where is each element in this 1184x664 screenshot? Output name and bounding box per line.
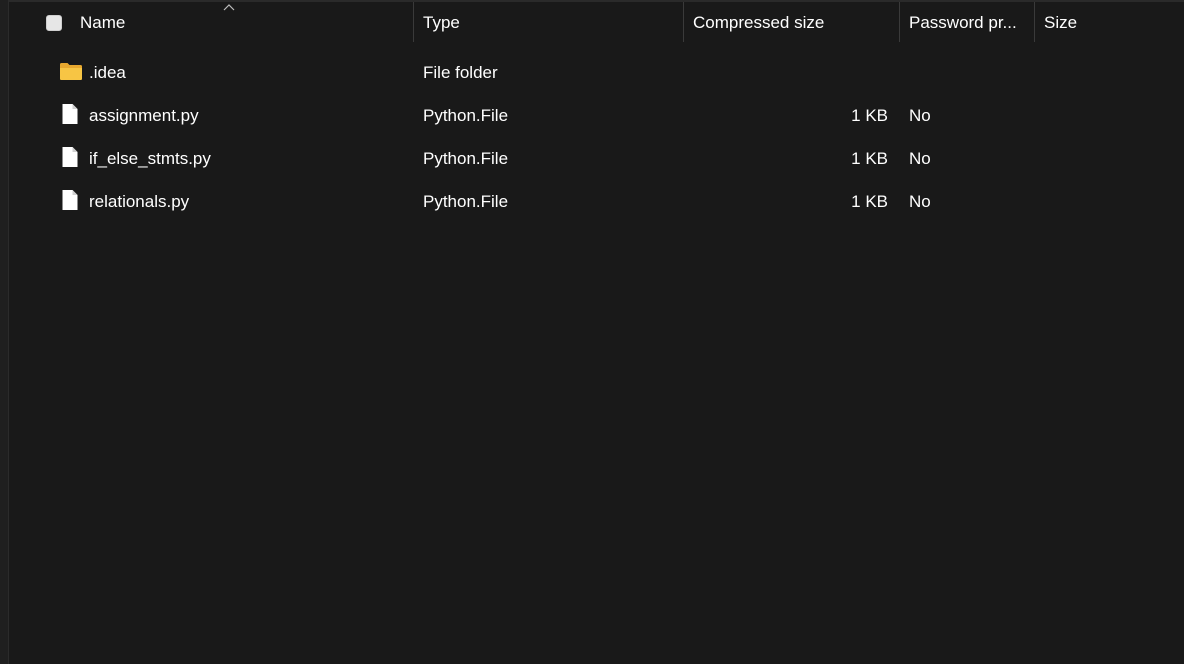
- column-header-bar: Name Type Compressed size Password pr...…: [9, 2, 1184, 44]
- sort-ascending-icon: [223, 4, 235, 11]
- row-password-protected: No: [909, 192, 931, 211]
- row-password-protected: No: [909, 149, 931, 168]
- column-resize-handle-name[interactable]: [413, 2, 414, 42]
- file-icon: [62, 104, 78, 124]
- select-all-checkbox[interactable]: [46, 15, 62, 31]
- list-item[interactable]: .idea File folder: [0, 51, 1184, 94]
- row-name: relationals.py: [89, 192, 190, 211]
- column-header-compressed-size-label: Compressed size: [693, 13, 825, 32]
- row-type: Python.File: [423, 149, 509, 168]
- list-item[interactable]: assignment.py Python.File 1 KB No: [0, 94, 1184, 137]
- folder-icon: [60, 63, 82, 80]
- row-type: File folder: [423, 63, 498, 82]
- row-compressed-size: 1 KB: [851, 106, 888, 125]
- row-compressed-size: 1 KB: [851, 192, 888, 211]
- column-resize-handle-type[interactable]: [683, 2, 684, 42]
- file-icon: [62, 190, 78, 210]
- column-resize-handle-password-protected[interactable]: [1034, 2, 1035, 42]
- row-compressed-size: [700, 51, 888, 94]
- column-header-size[interactable]: Size: [1044, 2, 1174, 44]
- list-item[interactable]: relationals.py Python.File 1 KB No: [0, 180, 1184, 223]
- row-type: Python.File: [423, 106, 509, 125]
- column-header-size-label: Size: [1044, 13, 1078, 32]
- row-password-protected: No: [909, 106, 931, 125]
- column-header-compressed-size[interactable]: Compressed size: [693, 2, 899, 44]
- row-name: assignment.py: [89, 106, 199, 125]
- column-header-password-protected[interactable]: Password pr...: [909, 2, 1033, 44]
- column-header-type[interactable]: Type: [423, 2, 683, 44]
- file-icon: [62, 147, 78, 167]
- row-name: if_else_stmts.py: [89, 149, 211, 168]
- row-name: .idea: [89, 63, 126, 82]
- column-header-password-protected-label: Password pr...: [909, 13, 1017, 32]
- list-item[interactable]: if_else_stmts.py Python.File 1 KB No: [0, 137, 1184, 180]
- column-header-type-label: Type: [423, 13, 460, 32]
- row-compressed-size: 1 KB: [851, 149, 888, 168]
- row-type: Python.File: [423, 192, 509, 211]
- file-list-view: Name Type Compressed size Password pr...…: [0, 0, 1184, 664]
- column-header-name[interactable]: Name: [80, 2, 412, 44]
- column-resize-handle-compressed-size[interactable]: [899, 2, 900, 42]
- column-header-name-label: Name: [80, 13, 126, 32]
